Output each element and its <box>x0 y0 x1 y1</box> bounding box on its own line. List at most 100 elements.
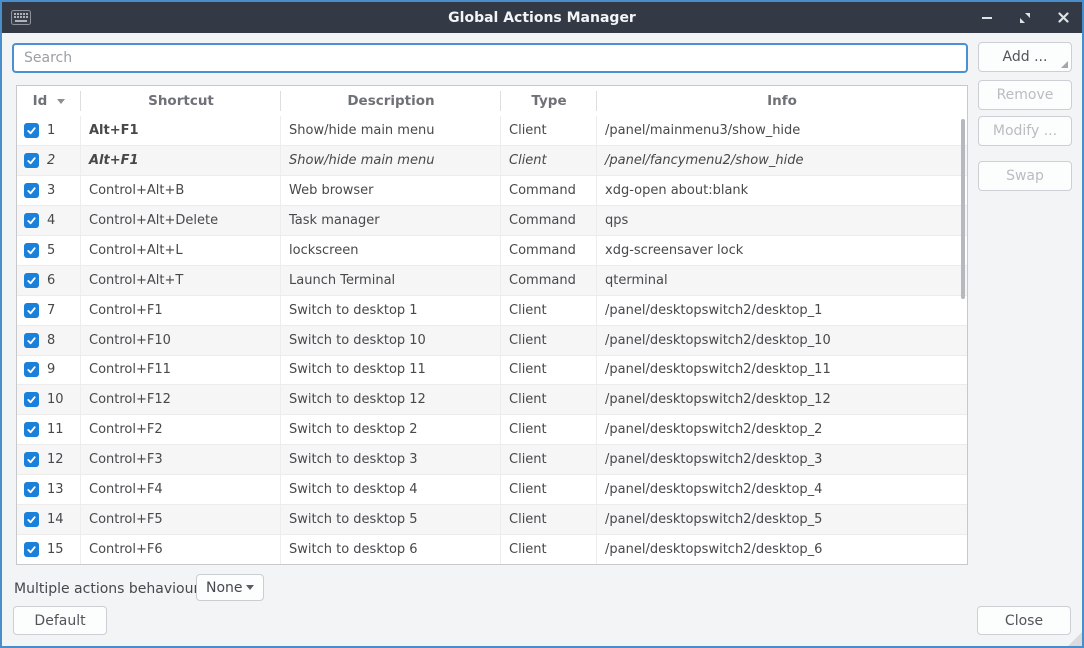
row-description: Show/hide main menu <box>281 116 501 145</box>
column-header-id[interactable]: Id <box>17 86 81 116</box>
row-description: Switch to desktop 10 <box>281 326 501 355</box>
row-enabled-checkbox[interactable] <box>24 303 39 318</box>
column-header-type[interactable]: Type <box>501 86 597 116</box>
table-row[interactable]: 5 Control+Alt+L lockscreen Command xdg-s… <box>17 235 967 265</box>
table-scrollbar-thumb[interactable] <box>961 119 965 299</box>
row-type: Client <box>501 475 597 504</box>
row-shortcut: Control+Alt+Delete <box>81 206 281 235</box>
sort-arrow-icon <box>57 99 65 104</box>
row-info: /panel/desktopswitch2/desktop_10 <box>597 326 967 355</box>
row-enabled-checkbox[interactable] <box>24 512 39 527</box>
row-enabled-checkbox[interactable] <box>24 333 39 348</box>
keyboard-icon <box>11 10 31 25</box>
table-row[interactable]: 2 Alt+F1 Show/hide main menu Client /pan… <box>17 145 967 175</box>
row-shortcut: Control+F10 <box>81 326 281 355</box>
row-enabled-checkbox[interactable] <box>24 542 39 557</box>
row-shortcut: Alt+F1 <box>81 146 281 175</box>
row-type: Command <box>501 266 597 295</box>
row-description: Switch to desktop 6 <box>281 535 501 564</box>
table-row[interactable]: 11 Control+F2 Switch to desktop 2 Client… <box>17 414 967 444</box>
minimize-icon[interactable] <box>980 11 994 25</box>
row-enabled-checkbox[interactable] <box>24 153 39 168</box>
row-info: /panel/desktopswitch2/desktop_1 <box>597 296 967 325</box>
row-info: /panel/desktopswitch2/desktop_5 <box>597 505 967 534</box>
table-row[interactable]: 3 Control+Alt+B Web browser Command xdg-… <box>17 175 967 205</box>
behaviour-dropdown[interactable]: None <box>196 574 264 601</box>
row-id: 7 <box>47 303 55 318</box>
row-enabled-checkbox[interactable] <box>24 123 39 138</box>
row-enabled-checkbox[interactable] <box>24 392 39 407</box>
search-input[interactable] <box>12 43 968 73</box>
row-shortcut: Control+Alt+L <box>81 236 281 265</box>
row-type: Command <box>501 206 597 235</box>
default-button[interactable]: Default <box>13 606 107 635</box>
row-type: Client <box>501 445 597 474</box>
remove-button: Remove <box>978 80 1072 110</box>
row-shortcut: Control+F4 <box>81 475 281 504</box>
row-description: Web browser <box>281 176 501 205</box>
row-enabled-checkbox[interactable] <box>24 273 39 288</box>
row-info: /panel/desktopswitch2/desktop_3 <box>597 445 967 474</box>
row-shortcut: Alt+F1 <box>81 116 281 145</box>
row-info: xdg-open about:blank <box>597 176 967 205</box>
add-button-label: Add ... <box>1003 49 1048 65</box>
table-row[interactable]: 7 Control+F1 Switch to desktop 1 Client … <box>17 295 967 325</box>
window-controls <box>980 2 1070 33</box>
column-header-info[interactable]: Info <box>597 86 967 116</box>
close-button[interactable]: Close <box>977 606 1071 635</box>
row-type: Client <box>501 296 597 325</box>
row-type: Command <box>501 236 597 265</box>
row-id: 8 <box>47 333 55 348</box>
table-row[interactable]: 15 Control+F6 Switch to desktop 6 Client… <box>17 534 967 564</box>
row-description: Switch to desktop 12 <box>281 385 501 414</box>
table-row[interactable]: 6 Control+Alt+T Launch Terminal Command … <box>17 265 967 295</box>
row-type: Client <box>501 535 597 564</box>
row-type: Client <box>501 415 597 444</box>
row-shortcut: Control+F1 <box>81 296 281 325</box>
row-info: /panel/desktopswitch2/desktop_12 <box>597 385 967 414</box>
row-type: Client <box>501 116 597 145</box>
row-enabled-checkbox[interactable] <box>24 452 39 467</box>
row-enabled-checkbox[interactable] <box>24 183 39 198</box>
resize-grip[interactable] <box>1068 632 1082 646</box>
titlebar[interactable]: Global Actions Manager <box>2 2 1082 33</box>
table-row[interactable]: 13 Control+F4 Switch to desktop 4 Client… <box>17 474 967 504</box>
column-header-description[interactable]: Description <box>281 86 501 116</box>
table-row[interactable]: 1 Alt+F1 Show/hide main menu Client /pan… <box>17 116 967 145</box>
table-row[interactable]: 10 Control+F12 Switch to desktop 12 Clie… <box>17 384 967 414</box>
row-id: 11 <box>47 422 64 437</box>
table-header: Id Shortcut Description Type Info <box>17 86 967 116</box>
row-enabled-checkbox[interactable] <box>24 362 39 377</box>
row-info: qps <box>597 206 967 235</box>
row-info: /panel/desktopswitch2/desktop_11 <box>597 356 967 385</box>
row-type: Client <box>501 146 597 175</box>
row-id: 6 <box>47 273 55 288</box>
column-header-id-label: Id <box>33 93 48 109</box>
row-id: 5 <box>47 243 55 258</box>
actions-table: Id Shortcut Description Type Info 1 Alt+… <box>16 85 968 565</box>
close-icon[interactable] <box>1056 11 1070 25</box>
row-shortcut: Control+F3 <box>81 445 281 474</box>
row-type: Client <box>501 326 597 355</box>
row-enabled-checkbox[interactable] <box>24 243 39 258</box>
row-enabled-checkbox[interactable] <box>24 482 39 497</box>
table-row[interactable]: 9 Control+F11 Switch to desktop 11 Clien… <box>17 355 967 385</box>
row-shortcut: Control+Alt+B <box>81 176 281 205</box>
row-type: Client <box>501 505 597 534</box>
table-row[interactable]: 8 Control+F10 Switch to desktop 10 Clien… <box>17 325 967 355</box>
column-header-shortcut[interactable]: Shortcut <box>81 86 281 116</box>
row-type: Client <box>501 385 597 414</box>
row-enabled-checkbox[interactable] <box>24 422 39 437</box>
row-enabled-checkbox[interactable] <box>24 213 39 228</box>
row-id: 3 <box>47 183 55 198</box>
row-shortcut: Control+F11 <box>81 356 281 385</box>
row-info: /panel/desktopswitch2/desktop_4 <box>597 475 967 504</box>
table-row[interactable]: 12 Control+F3 Switch to desktop 3 Client… <box>17 444 967 474</box>
table-row[interactable]: 14 Control+F5 Switch to desktop 5 Client… <box>17 504 967 534</box>
maximize-icon[interactable] <box>1018 11 1032 25</box>
add-button[interactable]: Add ... <box>978 42 1072 72</box>
table-row[interactable]: 4 Control+Alt+Delete Task manager Comman… <box>17 205 967 235</box>
row-info: /panel/desktopswitch2/desktop_6 <box>597 535 967 564</box>
row-shortcut: Control+F12 <box>81 385 281 414</box>
modify-button: Modify ... <box>978 116 1072 146</box>
